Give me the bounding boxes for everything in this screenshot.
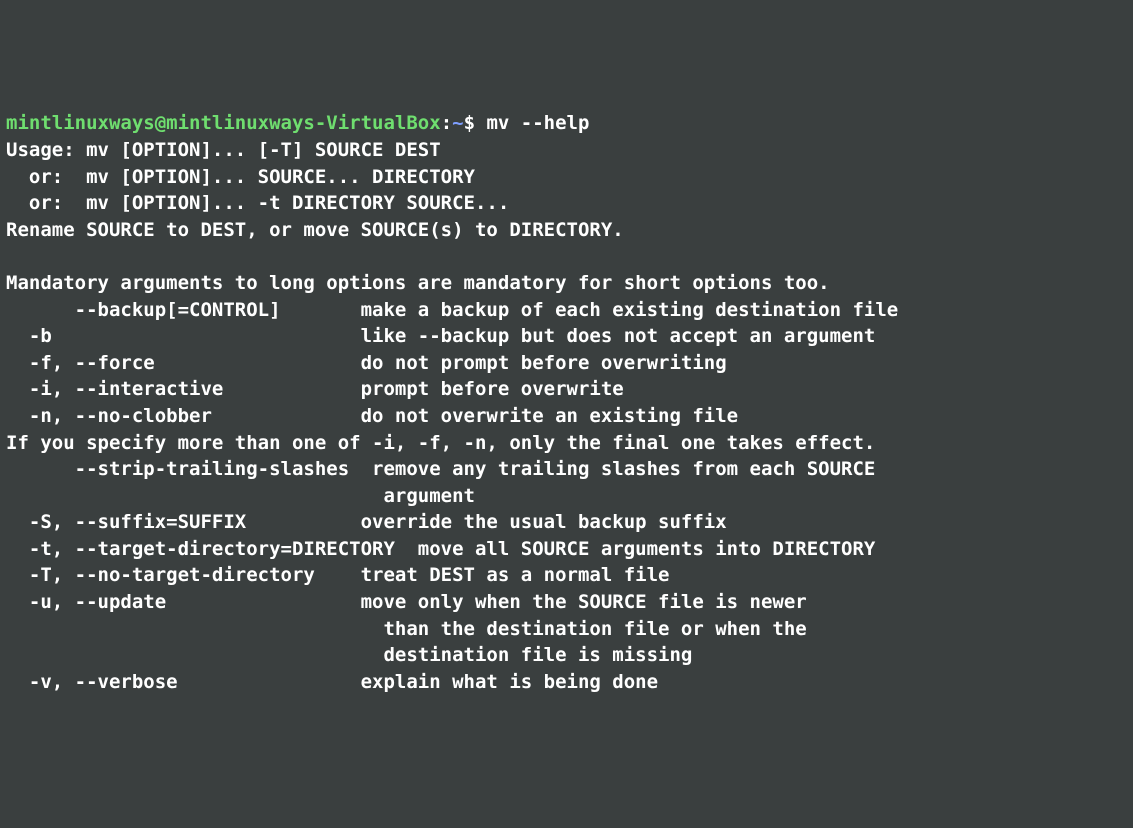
output-line: or: mv [OPTION]... -t DIRECTORY SOURCE..…: [6, 192, 509, 214]
output-line: -b like --backup but does not accept an …: [6, 325, 875, 347]
output-line: -n, --no-clobber do not overwrite an exi…: [6, 405, 738, 427]
output-line: Rename SOURCE to DEST, or move SOURCE(s)…: [6, 219, 624, 241]
output-line: -t, --target-directory=DIRECTORY move al…: [6, 538, 875, 560]
prompt-separator: :: [441, 112, 452, 134]
prompt-user-host: mintlinuxways@mintlinuxways-VirtualBox: [6, 112, 441, 134]
output-line: Usage: mv [OPTION]... [-T] SOURCE DEST: [6, 139, 441, 161]
output-line: -v, --verbose explain what is being done: [6, 671, 658, 693]
output-line: -i, --interactive prompt before overwrit…: [6, 378, 624, 400]
output-line: If you specify more than one of -i, -f, …: [6, 432, 875, 454]
output-line: -u, --update move only when the SOURCE f…: [6, 591, 807, 613]
command-text: mv --help: [486, 112, 589, 134]
terminal-area[interactable]: mintlinuxways@mintlinuxways-VirtualBox:~…: [6, 110, 1127, 695]
output-line: argument: [6, 485, 475, 507]
output-line: -f, --force do not prompt before overwri…: [6, 352, 727, 374]
output-line: --strip-trailing-slashes remove any trai…: [6, 458, 875, 480]
output-line: or: mv [OPTION]... SOURCE... DIRECTORY: [6, 166, 475, 188]
prompt-path: ~: [452, 112, 463, 134]
output-line: -T, --no-target-directory treat DEST as …: [6, 564, 669, 586]
prompt-dollar: $: [464, 112, 487, 134]
output-line: --backup[=CONTROL] make a backup of each…: [6, 299, 898, 321]
output-line: Mandatory arguments to long options are …: [6, 272, 830, 294]
output-line: than the destination file or when the: [6, 618, 807, 640]
output-line: destination file is missing: [6, 644, 692, 666]
prompt-line: mintlinuxways@mintlinuxways-VirtualBox:~…: [6, 112, 589, 134]
output-line: -S, --suffix=SUFFIX override the usual b…: [6, 511, 727, 533]
